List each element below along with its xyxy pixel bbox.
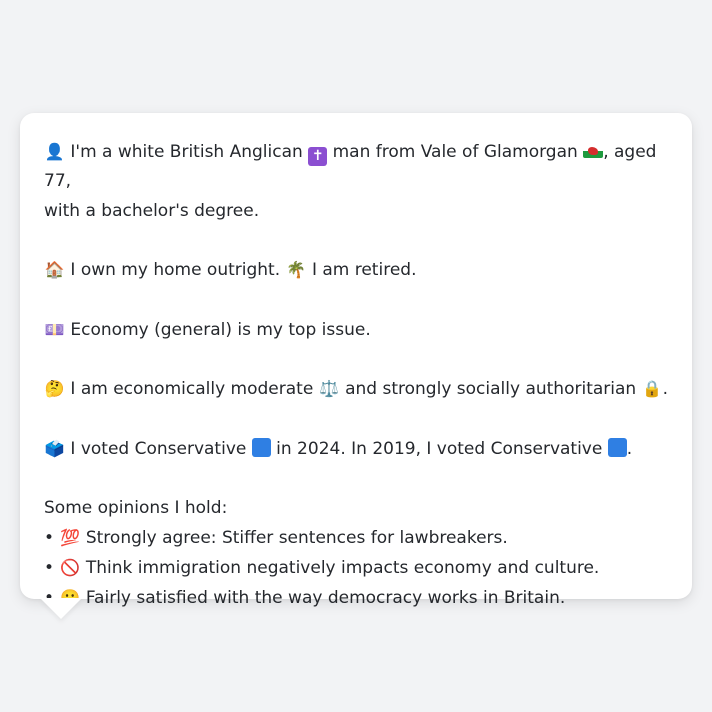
issue-paragraph: 💷 Economy (general) is my top issue. (44, 315, 668, 345)
latin-cross-icon: ✝ (308, 147, 328, 166)
person-icon: 👤 (44, 142, 65, 161)
blue-square-icon (607, 437, 627, 457)
employment-text: I am retired. (311, 260, 417, 281)
opinion-text: Think immigration negatively impacts eco… (85, 558, 600, 579)
blue-square-icon (251, 437, 271, 457)
identity-text-a: I'm a white British Anglican (70, 142, 303, 162)
bullet: • (44, 558, 55, 579)
ballot-box-icon: 🗳️ (44, 438, 65, 458)
ideology-text-c: . (662, 379, 668, 400)
wales-flag-icon (583, 144, 604, 158)
ideology-text-a: I am economically moderate (70, 379, 314, 400)
opinion-item: • 🙂 Fairly satisfied with the way democr… (44, 583, 668, 613)
opinion-item: • 💯 Strongly agree: Stiffer sentences fo… (44, 523, 668, 553)
hundred-points-icon: 💯 (59, 527, 80, 547)
housing-text: I own my home outright. (70, 260, 281, 281)
vote-paragraph: 🗳️ I voted Conservative in 2024. In 2019… (44, 434, 668, 464)
housing-paragraph: 🏠 I own my home outright. 🌴 I am retired… (44, 255, 668, 285)
pound-banknote-icon: 💷 (44, 319, 65, 339)
vote-text-a: I voted Conservative (70, 438, 247, 459)
house-icon: 🏠 (44, 260, 65, 280)
persona-message-bubble: 👤 I'm a white British Anglican ✝ man fro… (20, 113, 692, 608)
top-issue-text: Economy (general) is my top issue. (70, 319, 371, 340)
thinking-face-icon: 🤔 (44, 379, 65, 399)
ideology-paragraph: 🤔 I am economically moderate ⚖️ and stro… (44, 374, 668, 404)
identity-text-b: man from Vale of Glamorgan (332, 142, 578, 162)
identity-paragraph: 👤 I'm a white British Anglican ✝ man fro… (44, 137, 668, 226)
opinions-heading: Some opinions I hold: (44, 497, 228, 518)
opinion-text: Fairly satisfied with the way democracy … (85, 588, 566, 609)
speech-bubble-tail (40, 598, 82, 619)
opinion-item: • 🚫 Think immigration negatively impacts… (44, 553, 668, 583)
vote-text-b: in 2024. In 2019, I voted Conservative (276, 438, 603, 459)
ideology-text-b: and strongly socially authoritarian (345, 379, 637, 400)
identity-text-education: with a bachelor's degree. (44, 200, 260, 221)
vote-text-c: . (626, 438, 633, 459)
no-entry-icon: 🚫 (59, 558, 80, 578)
balance-scale-icon: ⚖️ (319, 379, 340, 399)
opinion-text: Strongly agree: Stiffer sentences for la… (85, 527, 508, 548)
lock-icon: 🔒 (642, 379, 663, 399)
bullet: • (44, 527, 55, 548)
palm-tree-icon: 🌴 (286, 260, 306, 280)
